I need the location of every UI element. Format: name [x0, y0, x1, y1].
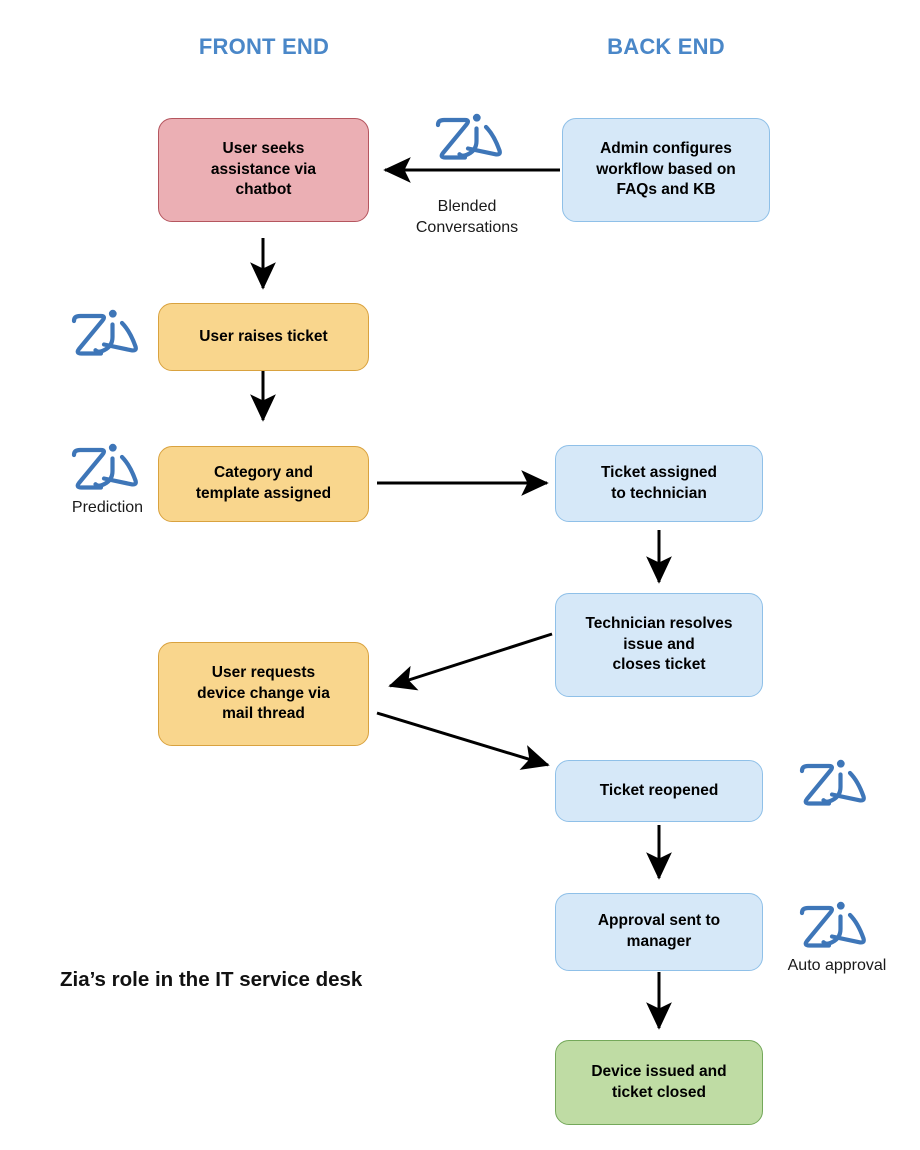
column-header-front-end: FRONT END — [198, 34, 330, 59]
edge-label-auto-approval: Auto approval — [787, 957, 887, 974]
zia-logo-dot — [108, 443, 117, 452]
node-ticket-reopened[interactable]: Ticket reopened — [555, 760, 763, 822]
node-technician-resolves[interactable]: Technician resolves issue and closes tic… — [555, 593, 763, 697]
edge-label-prediction: Prediction — [71, 499, 144, 516]
zia-logo-user-raises-ticket — [68, 306, 140, 358]
node-category-template-assigned[interactable]: Category and template assigned — [158, 446, 369, 522]
zia-logo-blended-conversations — [432, 110, 504, 162]
arrow-device-request-to-reopened — [376, 711, 550, 770]
node-device-issued-closed[interactable]: Device issued and ticket closed — [555, 1040, 763, 1125]
zia-logo-dot — [108, 309, 117, 318]
column-header-back-end: BACK END — [607, 34, 725, 59]
zia-logo-icon — [71, 443, 138, 490]
node-user-raises-ticket[interactable]: User raises ticket — [158, 303, 369, 371]
zia-logo-icon — [799, 759, 866, 806]
diagram-caption: Zia’s role in the IT service desk — [60, 968, 363, 991]
node-admin-configures-workflow[interactable]: Admin configures workflow based on FAQs … — [562, 118, 770, 222]
node-approval-sent-manager[interactable]: Approval sent to manager — [555, 893, 763, 971]
node-user-seeks-assistance[interactable]: User seeks assistance via chatbot — [158, 118, 369, 222]
arrow-resolves-to-device-request — [388, 632, 553, 691]
zia-logo-dot — [472, 113, 481, 122]
zia-logo-auto-approval — [796, 898, 868, 950]
node-ticket-assigned-technician[interactable]: Ticket assigned to technician — [555, 445, 763, 522]
zia-logo-dot — [836, 901, 845, 910]
zia-logo-icon — [799, 901, 866, 948]
zia-logo-icon — [435, 113, 502, 160]
zia-logo-ticket-reopened — [796, 756, 868, 808]
edge-label-blended-conversations: Blended Conversations — [415, 198, 519, 237]
zia-logo-icon — [71, 309, 138, 356]
zia-logo-prediction — [68, 440, 140, 492]
node-user-requests-device[interactable]: User requests device change via mail thr… — [158, 642, 369, 746]
zia-logo-dot — [836, 759, 845, 768]
diagram-canvas: FRONT END BACK END User seeks assistance… — [0, 0, 920, 1150]
